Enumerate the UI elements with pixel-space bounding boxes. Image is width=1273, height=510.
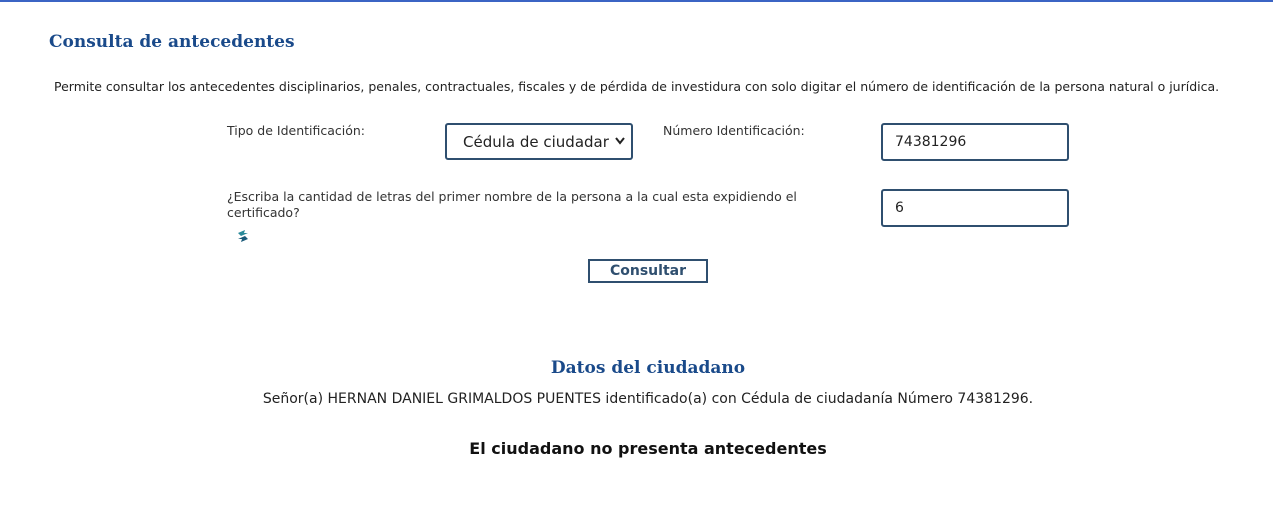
page: Consulta de antecedentes Permite consult… — [0, 0, 1273, 510]
id-type-selected-value: Cédula de ciudadar — [463, 132, 609, 151]
id-number-input[interactable]: 74381296 — [881, 123, 1069, 161]
page-title: Consulta de antecedentes — [49, 32, 295, 52]
citizen-info-text: Señor(a) HERNAN DANIEL GRIMALDOS PUENTES… — [262, 391, 1034, 407]
refresh-icon-svg — [238, 230, 248, 242]
id-type-label: Tipo de Identificación: — [227, 123, 366, 138]
captcha-question-label: ¿Escriba la cantidad de letras del prime… — [227, 189, 797, 220]
citizen-section-title: Datos del ciudadano — [550, 358, 746, 378]
chevron-down-icon — [615, 135, 625, 150]
top-border-line — [0, 0, 1273, 2]
id-number-label: Número Identificación: — [663, 123, 805, 138]
consultar-button[interactable]: Consultar — [588, 259, 708, 283]
page-description: Permite consultar los antecedentes disci… — [54, 79, 1220, 94]
refresh-icon[interactable] — [236, 228, 250, 244]
captcha-answer-input[interactable]: 6 — [881, 189, 1069, 227]
result-status-text: El ciudadano no presenta antecedentes — [469, 439, 827, 458]
id-type-select[interactable]: Cédula de ciudadar — [445, 123, 633, 160]
chevron-down-icon-svg — [615, 137, 625, 145]
